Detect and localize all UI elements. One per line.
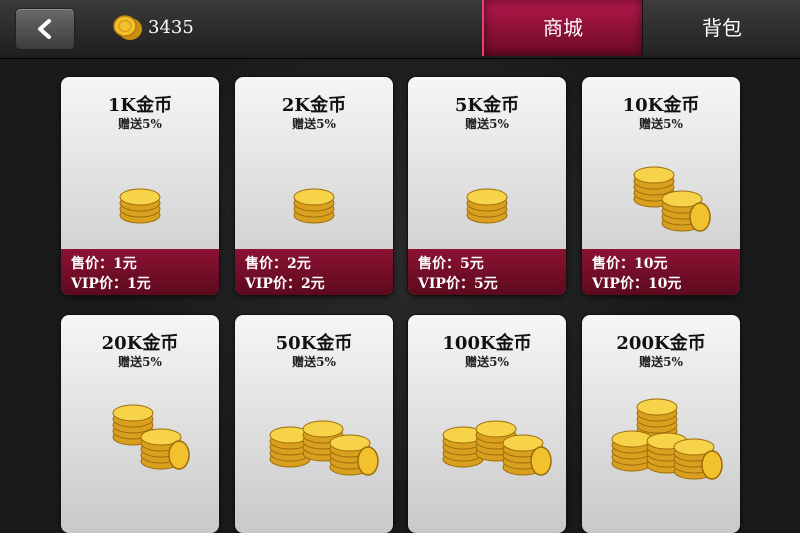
coin-stack-icon: [611, 398, 723, 480]
product-bonus: 赠送5%: [292, 355, 336, 369]
vip-price-label: VIP价：2元: [245, 276, 325, 292]
product-card[interactable]: 10K金币 赠送5% 售价：10元 VIP价：10元: [582, 77, 740, 295]
product-title: 20K金币: [101, 333, 179, 354]
price-label: 售价：10元: [592, 256, 668, 272]
product-bonus: 赠送5%: [465, 117, 509, 131]
product-bonus: 赠送5%: [118, 117, 162, 131]
tab-shop-label: 商城: [543, 16, 583, 40]
coin-balance: 3435: [148, 17, 194, 38]
product-card[interactable]: 50K金币 赠送5%: [235, 315, 393, 533]
vip-price-label: VIP价：10元: [592, 276, 682, 292]
chevron-left-icon: [38, 19, 51, 39]
product-title: 2K金币: [281, 95, 347, 116]
product-bonus: 赠送5%: [465, 355, 509, 369]
product-card[interactable]: 200K金币 赠送5%: [582, 315, 740, 533]
product-bonus: 赠送5%: [292, 117, 336, 131]
coin-icon: [113, 15, 142, 40]
product-bonus: 赠送5%: [639, 117, 683, 131]
back-button[interactable]: [15, 8, 75, 50]
product-title: 100K金币: [442, 333, 532, 354]
price-label: 售价：2元: [245, 256, 311, 272]
price-label: 售价：5元: [418, 256, 484, 272]
vip-price-label: VIP价：5元: [418, 276, 498, 292]
tab-bag[interactable]: 背包: [642, 0, 800, 56]
coin-stack-icon: [633, 166, 711, 232]
product-title: 1K金币: [107, 95, 173, 116]
product-bonus: 赠送5%: [639, 355, 683, 369]
product-title: 10K金币: [622, 95, 700, 116]
product-card[interactable]: 5K金币 赠送5% 售价：5元 VIP价：5元: [408, 77, 566, 295]
product-title: 50K金币: [275, 333, 353, 354]
tab-shop[interactable]: 商城: [482, 0, 644, 56]
price-band: 售价：5元 VIP价：5元: [408, 249, 566, 295]
product-card[interactable]: 20K金币 赠送5%: [61, 315, 219, 533]
price-band: 售价：10元 VIP价：10元: [582, 249, 740, 295]
top-bar: 3435 商城 背包: [0, 0, 800, 59]
coin-stack-icon: [112, 404, 190, 470]
product-card[interactable]: 1K金币 赠送5% 售价：1元 VIP价：1元: [61, 77, 219, 295]
coin-stack-icon: [293, 188, 335, 224]
product-title: 200K金币: [616, 333, 706, 354]
price-label: 售价：1元: [71, 256, 137, 272]
vip-price-label: VIP价：1元: [71, 276, 151, 292]
price-band: 售价：2元 VIP价：2元: [235, 249, 393, 295]
coin-stack-icon: [466, 188, 508, 224]
coin-stack-icon: [119, 188, 161, 224]
product-card[interactable]: 2K金币 赠送5% 售价：2元 VIP价：2元: [235, 77, 393, 295]
product-card[interactable]: 100K金币 赠送5%: [408, 315, 566, 533]
product-title: 5K金币: [454, 95, 520, 116]
tab-bag-label: 背包: [702, 16, 742, 40]
coin-stack-icon: [442, 420, 552, 476]
product-bonus: 赠送5%: [118, 355, 162, 369]
price-band: 售价：1元 VIP价：1元: [61, 249, 219, 295]
coin-stack-icon: [269, 420, 379, 476]
